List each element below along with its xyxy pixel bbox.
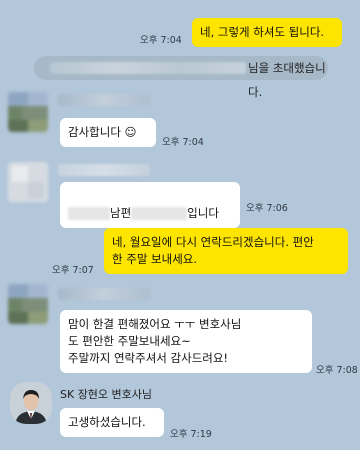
message-text-part: 남편 bbox=[110, 206, 132, 220]
their-message-bubble[interactable]: 맘이 한결 편해졌어요 ㅜㅜ 변호사님 도 편안한 주말보내세요~ 주말까지 연… bbox=[60, 310, 312, 373]
blurred-sender-name bbox=[58, 164, 150, 176]
message-time: 오후 7:04 bbox=[162, 137, 204, 148]
message-time: 오후 7:08 bbox=[316, 365, 358, 376]
invite-notice-text: 님을 초대했습니다. bbox=[248, 61, 326, 99]
my-message-bubble[interactable]: 네, 그렇게 하셔도 됩니다. bbox=[192, 18, 342, 47]
redacted-name bbox=[50, 62, 246, 74]
sender-avatar[interactable] bbox=[10, 382, 52, 424]
message-time: 오후 7:07 bbox=[52, 265, 94, 276]
message-time: 오후 7:06 bbox=[246, 203, 288, 214]
message-time: 오후 7:04 bbox=[140, 35, 182, 46]
blurred-avatar[interactable] bbox=[8, 284, 48, 324]
blurred-avatar[interactable] bbox=[8, 92, 48, 132]
their-message-bubble[interactable]: 고생하셨습니다. bbox=[60, 408, 164, 437]
invite-notice: 님을 초대했습니다. bbox=[34, 56, 328, 99]
their-message-bubble[interactable]: 감사합니다 ☺ bbox=[60, 118, 156, 147]
sender-name: SK 장현오 변호사님 bbox=[60, 388, 153, 401]
blurred-sender-name bbox=[58, 288, 150, 300]
blurred-avatar[interactable] bbox=[8, 162, 48, 202]
message-text-part: 입니다 bbox=[187, 206, 219, 220]
redacted-text bbox=[131, 207, 188, 220]
my-message-bubble[interactable]: 네, 월요일에 다시 연락드리겠습니다. 편안 한 주말 보내세요. bbox=[104, 228, 348, 274]
blurred-sender-name bbox=[58, 94, 150, 106]
redacted-text bbox=[68, 207, 110, 220]
their-message-bubble[interactable]: 남편 입니다 bbox=[60, 182, 240, 228]
message-time: 오후 7:19 bbox=[170, 429, 212, 440]
